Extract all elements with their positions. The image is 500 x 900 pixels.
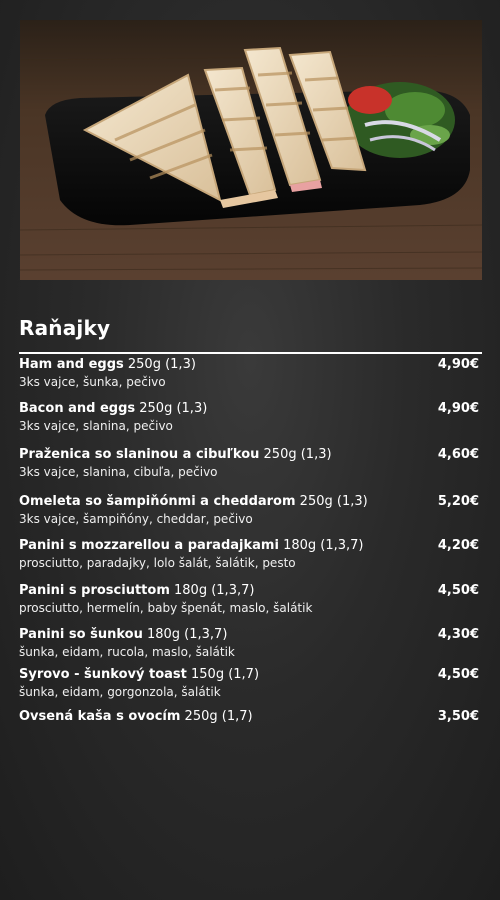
- item-name: Syrovo - šunkový toast: [19, 667, 187, 682]
- item-price: 4,50€: [437, 583, 479, 598]
- item-weight: 250g (1,3): [139, 401, 208, 416]
- item-price: 4,60€: [437, 447, 479, 462]
- item-name: Ovsená kaša s ovocím: [19, 709, 181, 724]
- menu-item: Panini s prosciuttom 180g (1,3,7) prosci…: [19, 582, 481, 616]
- item-description: 3ks vajce, slanina, cibuľa, pečivo: [19, 465, 218, 479]
- menu-item: Panini s mozzarellou a paradajkami 180g …: [19, 537, 481, 571]
- food-photo: [20, 20, 482, 280]
- item-price: 4,90€: [437, 357, 479, 372]
- item-description: prosciutto, paradajky, lolo šalát, šalát…: [19, 556, 296, 570]
- item-weight: 180g (1,3,7): [174, 583, 255, 598]
- item-description: prosciutto, hermelín, baby špenát, maslo…: [19, 601, 313, 615]
- item-name: Panini s mozzarellou a paradajkami: [19, 538, 279, 553]
- item-description: 3ks vajce, šampiňóny, cheddar, pečivo: [19, 512, 253, 526]
- item-description: šunka, eidam, rucola, maslo, šalátik: [19, 645, 235, 659]
- menu-item: Omeleta so šampiňónmi a cheddarom 250g (…: [19, 493, 481, 527]
- item-description: 3ks vajce, šunka, pečivo: [19, 375, 166, 389]
- item-name: Praženica so slaninou a cibuľkou: [19, 447, 260, 462]
- item-description: 3ks vajce, slanina, pečivo: [19, 419, 173, 433]
- menu-item: Ham and eggs 250g (1,3) 3ks vajce, šunka…: [19, 356, 481, 390]
- sandwich-image: [20, 20, 482, 280]
- menu-item: Syrovo - šunkový toast 150g (1,7) šunka,…: [19, 666, 481, 700]
- menu-item: Praženica so slaninou a cibuľkou 250g (1…: [19, 446, 481, 480]
- item-weight: 250g (1,3): [299, 494, 368, 509]
- item-price: 4,50€: [437, 667, 479, 682]
- item-price: 4,90€: [437, 401, 479, 416]
- item-name: Omeleta so šampiňónmi a cheddarom: [19, 494, 296, 509]
- item-name: Panini s prosciuttom: [19, 583, 170, 598]
- item-weight: 180g (1,3,7): [283, 538, 364, 553]
- menu-item: Panini so šunkou 180g (1,3,7) šunka, eid…: [19, 626, 481, 660]
- item-description: šunka, eidam, gorgonzola, šalátik: [19, 685, 221, 699]
- item-weight: 250g (1,3): [263, 447, 332, 462]
- item-weight: 180g (1,3,7): [146, 627, 228, 642]
- item-weight: 150g (1,7): [191, 667, 260, 682]
- item-price: 4,20€: [437, 538, 479, 553]
- item-price: 3,50€: [437, 709, 479, 724]
- item-name: Ham and eggs: [19, 357, 124, 372]
- title-divider: [19, 352, 482, 354]
- menu-item: Bacon and eggs 250g (1,3) 3ks vajce, sla…: [19, 400, 481, 434]
- item-name: Panini so šunkou: [19, 627, 143, 642]
- section-title: Raňajky: [19, 316, 111, 340]
- item-price: 4,30€: [437, 627, 479, 642]
- item-weight: 250g (1,7): [184, 709, 253, 724]
- item-price: 5,20€: [437, 494, 479, 509]
- item-name: Bacon and eggs: [19, 401, 136, 416]
- menu-item: Ovsená kaša s ovocím 250g (1,7) 3,50€: [19, 708, 481, 726]
- item-weight: 250g (1,3): [127, 357, 196, 372]
